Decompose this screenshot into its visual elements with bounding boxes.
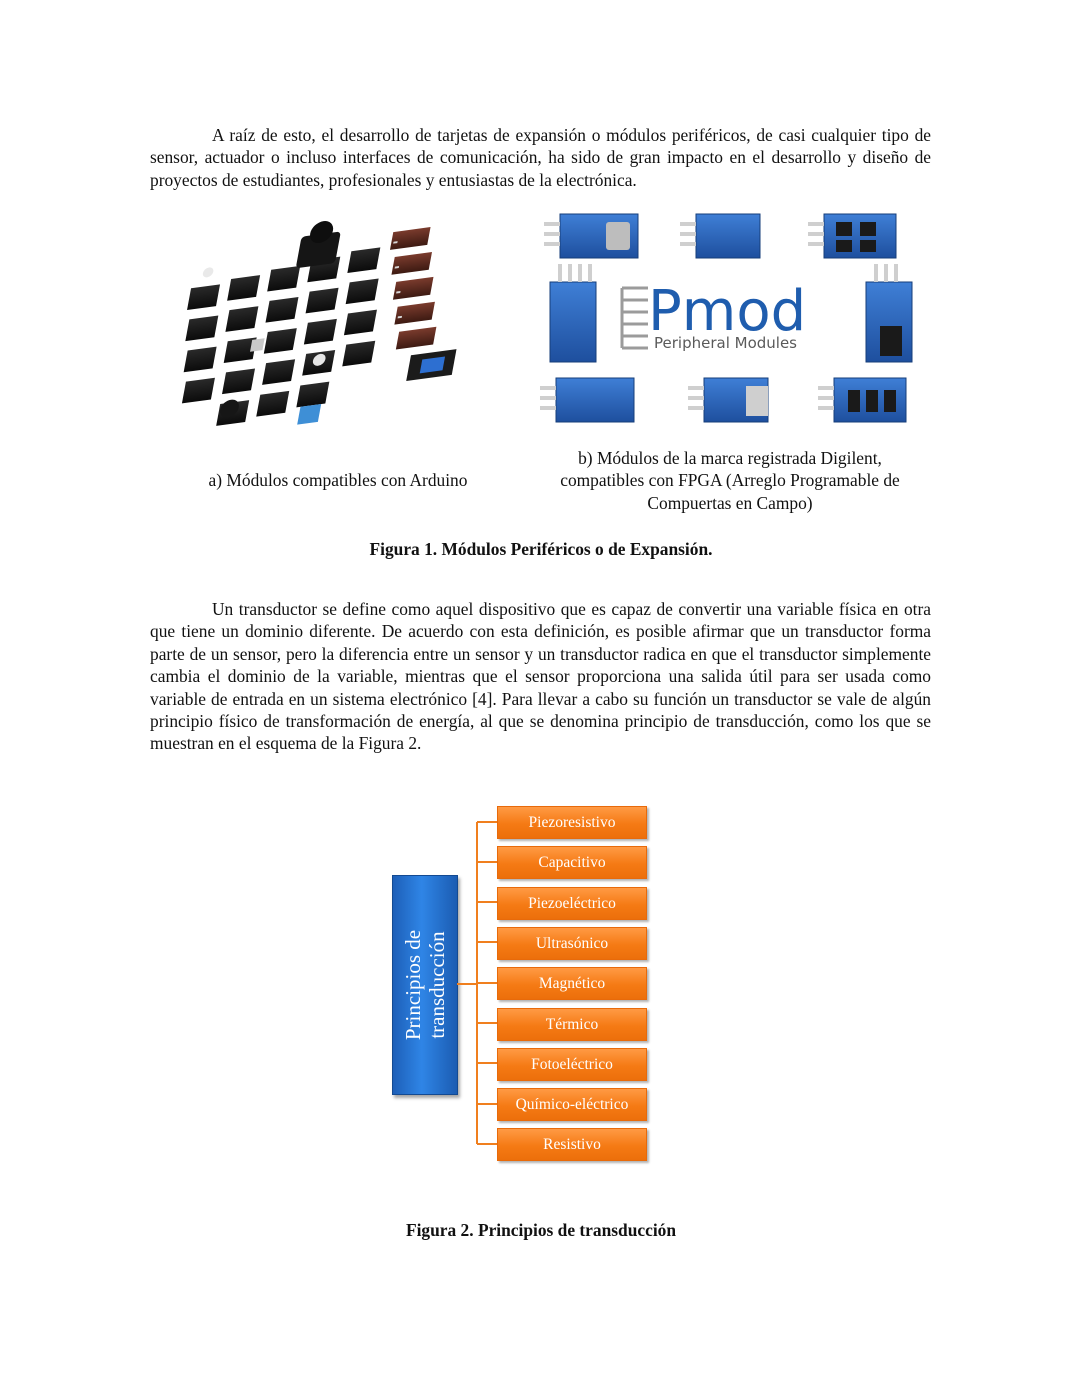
diagram-root-line1: Principios de (401, 929, 425, 1041)
figure1-caption: Figura 1. Módulos Periféricos o de Expan… (369, 539, 713, 559)
figure1-caption-b-line1: b) Módulos de la marca registrada Digile… (578, 448, 882, 468)
transduction-diagram: Principios de transducción Piezoresistiv… (380, 795, 670, 1175)
pmod-logo-subtitle: Peripheral Modules (654, 334, 797, 352)
figure1-caption-b-line3: Compuertas en Campo) (647, 492, 813, 513)
diagram-leaf-box: Magnético (497, 967, 647, 1001)
pmod-modules-illustration: Pmod Peripheral Modules (536, 208, 922, 430)
diagram-leaf-box: Fotoeléctrico (497, 1047, 647, 1081)
intro-paragraph: A raíz de esto, el desarrollo de tarjeta… (150, 125, 931, 190)
diagram-leaf-box: Piezoeléctrico (497, 886, 647, 920)
diagram-branch-connector (477, 1142, 497, 1145)
diagram-leaf-box: Ultrasónico (497, 926, 647, 960)
diagram-branch-connector (477, 901, 497, 904)
transducer-paragraph: Un transductor se define como aquel disp… (150, 599, 931, 754)
arduino-modules-image (168, 210, 508, 448)
diagram-leaf-box: Resistivo (497, 1128, 647, 1162)
diagram-root-label: Principios de transducción (401, 930, 449, 1040)
diagram-branch-connector (477, 1102, 497, 1105)
diagram-leaf-box: Piezoresistivo (497, 806, 647, 839)
figure1-caption-b-line2: compatibles con FPGA (Arreglo Programabl… (560, 470, 900, 491)
figure2-caption: Figura 2. Principios de transducción (405, 1220, 677, 1240)
figure1-caption-b: b) Módulos de la marca registrada Digile… (530, 447, 930, 514)
diagram-leaf-box: Térmico (497, 1007, 647, 1041)
diagram-branch-connector (477, 1022, 497, 1024)
diagram-leaf-box: Químico-eléctrico (497, 1088, 647, 1122)
pmod-modules-image: Pmod Peripheral Modules (536, 208, 922, 430)
diagram-root-box: Principios de transducción (392, 875, 458, 1095)
diagram-branch-connector (477, 981, 497, 984)
figure1-caption-a: a) Módulos compatibles con Arduino (208, 470, 468, 490)
diagram-leaf-box: Capacitivo (497, 846, 647, 880)
diagram-branch-connector (477, 860, 497, 863)
diagram-stem-connector (457, 983, 477, 985)
diagram-root-line2: transducción (425, 931, 449, 1039)
diagram-branch-connector (477, 1062, 497, 1065)
arduino-modules-illustration (181, 221, 457, 426)
diagram-branch-connector (477, 941, 497, 944)
diagram-branch-connector (477, 820, 497, 823)
